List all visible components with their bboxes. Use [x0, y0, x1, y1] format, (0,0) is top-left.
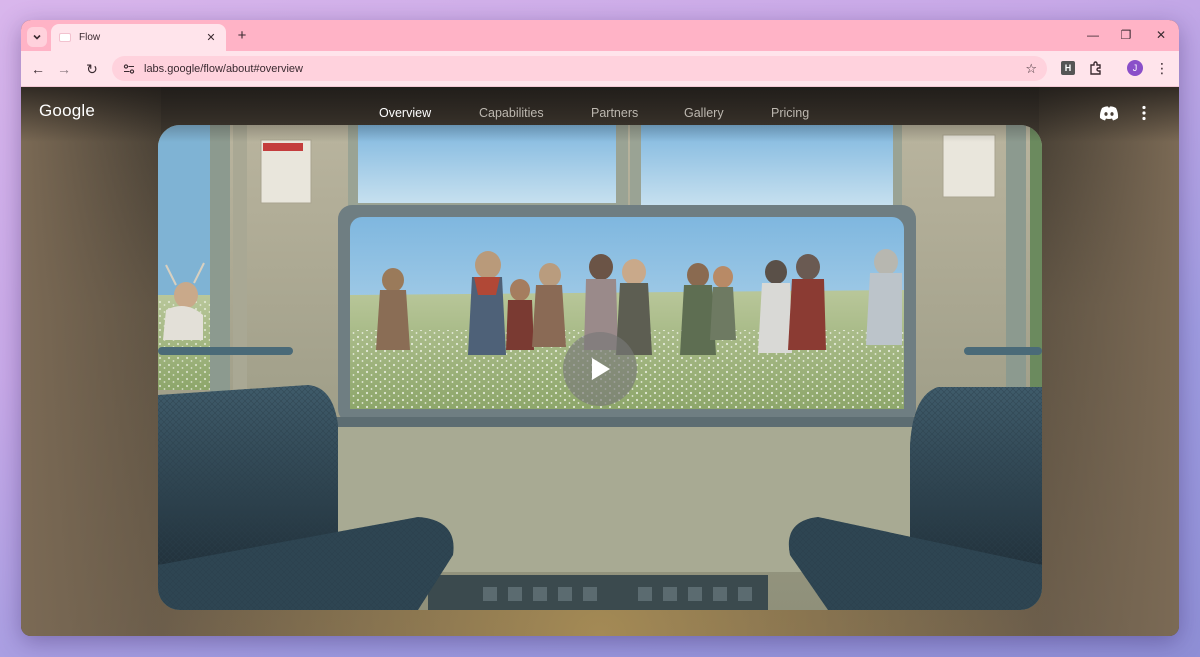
site-settings-icon[interactable]: [122, 62, 136, 76]
profile-avatar[interactable]: J: [1127, 60, 1143, 76]
extension-h-icon[interactable]: H: [1061, 61, 1075, 75]
browser-window: Flow ✕ + — ❐ ✕ ← → ↻ labs.google/flow/ab…: [21, 20, 1179, 636]
nav-capabilities[interactable]: Capabilities: [479, 106, 544, 120]
more-vert-icon[interactable]: [1139, 104, 1149, 122]
discord-icon[interactable]: [1099, 105, 1119, 121]
back-button[interactable]: ←: [29, 60, 47, 78]
browser-toolbar: ← → ↻ labs.google/flow/about#overview ☆ …: [21, 51, 1179, 87]
minimize-button[interactable]: —: [1085, 28, 1101, 42]
play-button[interactable]: [563, 332, 637, 406]
reload-button[interactable]: ↻: [83, 60, 101, 78]
hero-video[interactable]: [158, 125, 1042, 610]
close-tab-icon[interactable]: ✕: [204, 31, 218, 44]
tab-search-button[interactable]: [27, 27, 47, 47]
url-text[interactable]: labs.google/flow/about#overview: [144, 63, 1025, 75]
extensions-puzzle-icon[interactable]: [1087, 59, 1105, 77]
backdrop-left: [21, 87, 161, 636]
nav-partners[interactable]: Partners: [591, 106, 638, 120]
backdrop-right: [1039, 87, 1179, 636]
nav-gallery[interactable]: Gallery: [684, 106, 724, 120]
nav-overview[interactable]: Overview: [379, 106, 431, 120]
page-content: Google Overview Capabilities Partners Ga…: [21, 87, 1179, 636]
nav-pricing[interactable]: Pricing: [771, 106, 809, 120]
site-header: Google Overview Capabilities Partners Ga…: [21, 87, 1179, 142]
restore-button[interactable]: ❐: [1118, 28, 1134, 42]
chevron-down-icon: [33, 34, 41, 40]
forward-button[interactable]: →: [55, 60, 73, 78]
address-bar[interactable]: labs.google/flow/about#overview ☆: [112, 56, 1047, 81]
tab-flow[interactable]: Flow ✕: [51, 24, 226, 51]
close-window-button[interactable]: ✕: [1153, 28, 1169, 42]
tab-strip: Flow ✕ + — ❐ ✕: [21, 20, 1179, 51]
favicon-icon: [59, 33, 71, 42]
browser-menu-icon[interactable]: ⋮: [1155, 60, 1169, 76]
play-icon: [592, 358, 610, 380]
bookmark-star-icon[interactable]: ☆: [1025, 61, 1037, 77]
tab-title: Flow: [79, 32, 101, 43]
new-tab-button[interactable]: +: [234, 27, 250, 44]
google-logo[interactable]: Google: [39, 101, 95, 121]
